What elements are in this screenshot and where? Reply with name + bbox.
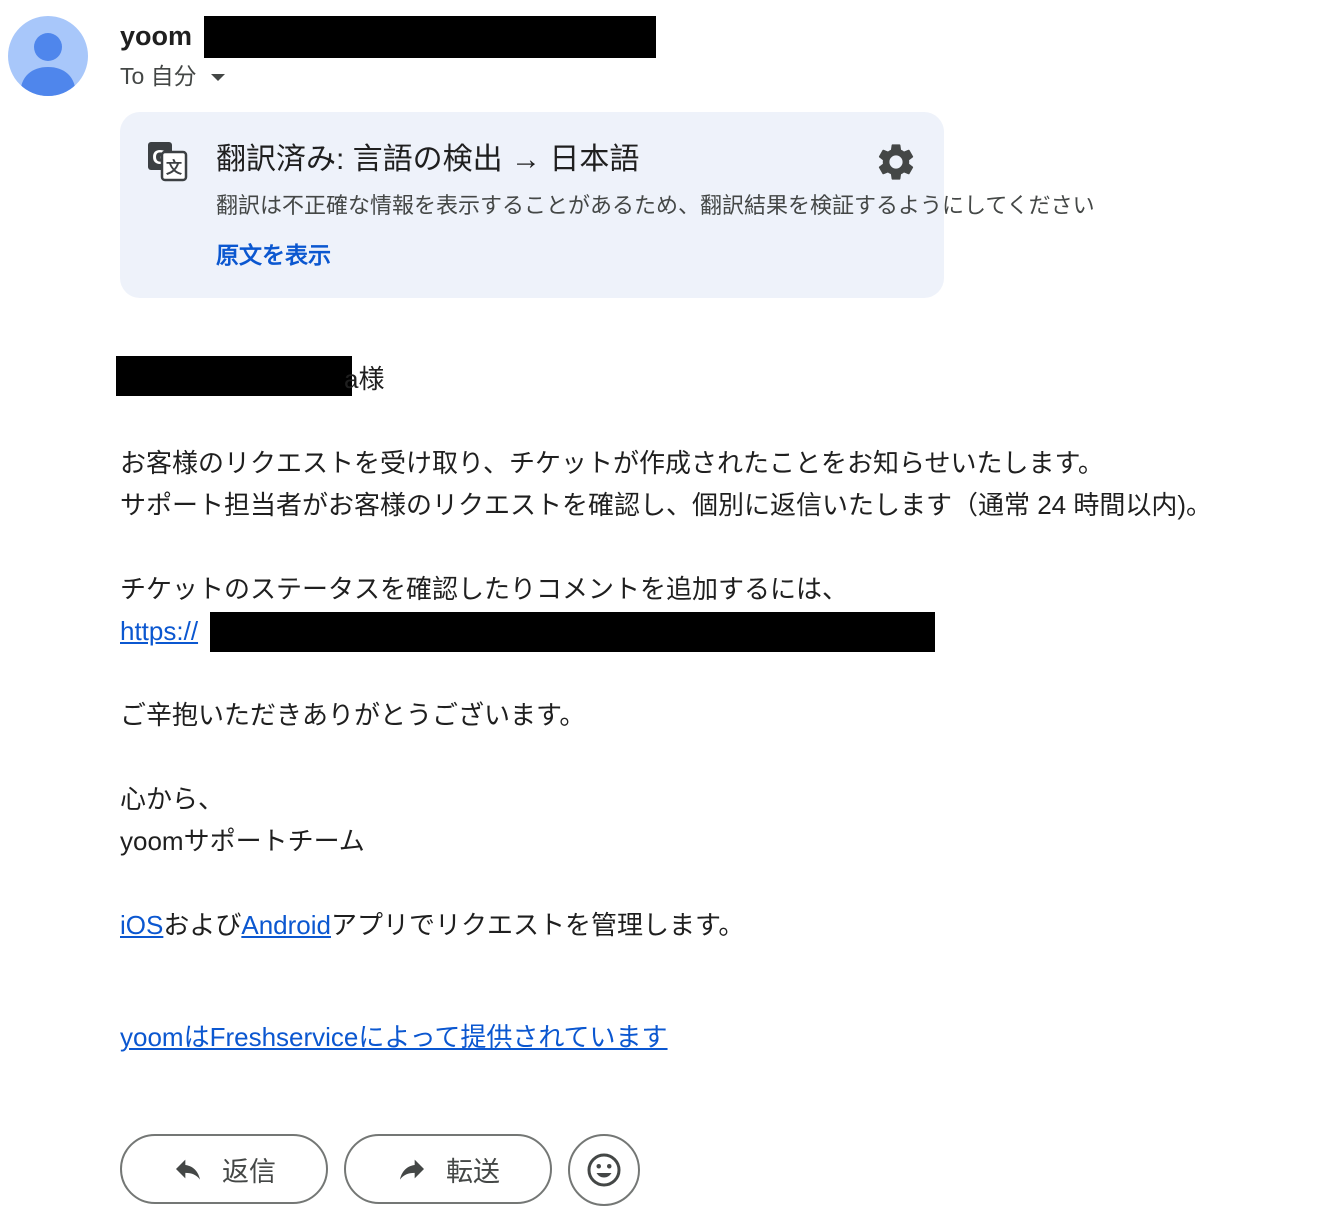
- avatar-person-icon: [20, 33, 76, 96]
- sender-name: yoom: [120, 21, 193, 51]
- apps-and-text: および: [163, 910, 242, 940]
- redacted-sender-email: [204, 16, 656, 58]
- show-original-link[interactable]: 原文を表示: [216, 238, 331, 272]
- closing-text: 心から、: [120, 784, 225, 814]
- ticket-link[interactable]: https://: [120, 616, 198, 646]
- translation-note: 翻訳は不正確な情報を表示することがあるため、翻訳結果を検証するようにしてください: [216, 193, 1095, 218]
- android-link[interactable]: Android: [241, 910, 331, 940]
- sender-avatar[interactable]: [8, 16, 88, 96]
- redacted-recipient-name: [116, 356, 352, 396]
- body-paragraph-1-line-1: お客様のリクエストを受け取り、チケットが作成されたことをお知らせいたします。: [120, 448, 1104, 478]
- redacted-ticket-url: [210, 612, 935, 652]
- forward-label: 転送: [446, 1156, 500, 1187]
- greeting: a様: [344, 364, 385, 394]
- forward-button[interactable]: 転送: [344, 1134, 552, 1204]
- powered-by-line: yoomはFreshserviceによって提供されています: [120, 1016, 668, 1058]
- reply-button[interactable]: 返信: [120, 1134, 328, 1204]
- translation-title: 翻訳済み: 言語の検出 → 日本語: [216, 143, 640, 176]
- thanks-text: ご辛抱いただきありがとうございます。: [120, 700, 586, 730]
- ios-link[interactable]: iOS: [120, 910, 163, 940]
- recipient-details-toggle[interactable]: To 自分: [120, 60, 225, 92]
- signature-text: yoomサポートチーム: [120, 826, 365, 856]
- body-paragraph-2-line-1: チケットのステータスを確認したりコメントを追加するには、: [120, 574, 849, 604]
- caret-down-icon: [210, 73, 225, 81]
- apps-line: iOSおよびAndroidアプリでリクエストを管理します。: [120, 904, 744, 946]
- emoji-icon: [587, 1153, 621, 1187]
- gear-icon[interactable]: [874, 140, 918, 184]
- ticket-link-line: https://: [120, 610, 198, 652]
- translate-icon: G 文: [148, 142, 188, 182]
- powered-by-link[interactable]: yoomはFreshserviceによって提供されています: [120, 1022, 668, 1052]
- body-paragraph-1-line-2: サポート担当者がお客様のリクエストを確認し、個別に返信いたします（通常 24 時…: [120, 490, 1213, 520]
- emoji-reaction-button[interactable]: [568, 1134, 640, 1206]
- svg-text:文: 文: [166, 158, 183, 177]
- reply-icon: [176, 1159, 200, 1180]
- translation-banner: G 文 翻訳済み: 言語の検出 → 日本語 翻訳は不正確な情報を表示することがあ…: [120, 112, 1095, 298]
- recipient-label: To 自分: [120, 63, 197, 89]
- forward-icon: [400, 1159, 424, 1180]
- apps-rest-text: アプリでリクエストを管理します。: [330, 910, 745, 940]
- reply-label: 返信: [222, 1156, 276, 1187]
